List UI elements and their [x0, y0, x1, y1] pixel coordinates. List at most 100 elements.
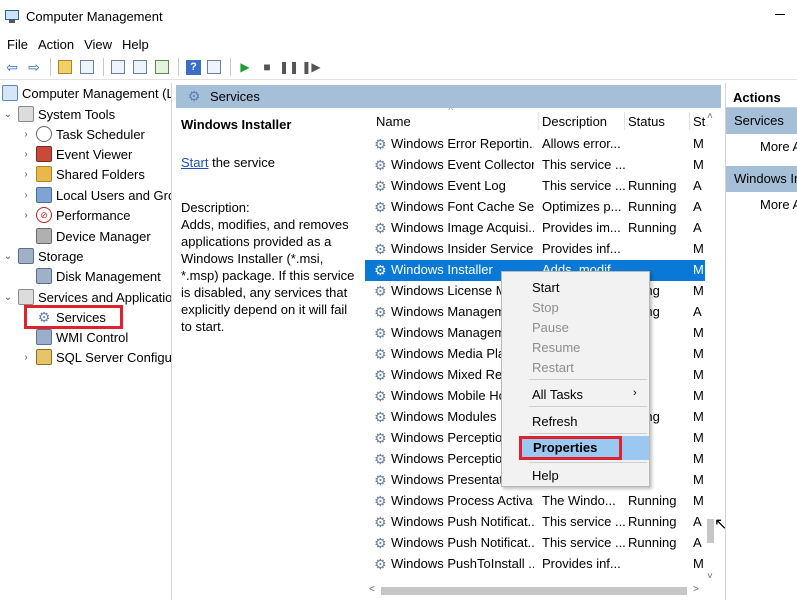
tree-item-shared-folders[interactable]: › Shared Folders — [20, 164, 145, 184]
tree-item-wmi-control[interactable]: WMI Control — [36, 327, 128, 347]
chevron-right-icon[interactable]: › — [20, 169, 32, 180]
scroll-left-icon[interactable]: < — [369, 584, 375, 595]
menu-help[interactable]: Help — [117, 37, 154, 52]
table-row[interactable]: ⚙ Windows PushToInstall ... Provides inf..… — [365, 554, 705, 575]
service-gear-icon: ⚙ — [374, 388, 387, 404]
chevron-right-icon[interactable]: › — [20, 129, 32, 140]
service-gear-icon: ⚙ — [374, 199, 387, 215]
actions-section-windows-installer[interactable]: Windows In — [726, 166, 797, 192]
table-row[interactable]: ⚙ Windows Event Log This service ... Runnin… — [365, 176, 705, 197]
chevron-right-icon[interactable]: › — [20, 190, 32, 201]
scroll-down-icon[interactable]: ˅ — [707, 571, 713, 582]
scroll-up-icon[interactable]: ˄ — [707, 111, 713, 122]
table-row[interactable]: ⚙ Windows Event Collector This service ...… — [365, 155, 705, 176]
pause-service-icon[interactable]: ❚❚ — [279, 57, 299, 77]
show-hide-tree-icon[interactable] — [77, 57, 97, 77]
services-header-label: Services — [210, 89, 260, 104]
chevron-right-icon[interactable]: › — [20, 352, 32, 363]
chevron-right-icon[interactable]: › — [20, 149, 32, 160]
chevron-down-icon[interactable]: ⌄ — [2, 251, 14, 262]
description-label: Description: — [181, 200, 250, 215]
horizontal-scroll-thumb[interactable] — [381, 587, 687, 595]
column-separator[interactable] — [689, 112, 690, 130]
service-gear-icon: ⚙ — [374, 409, 387, 425]
table-row[interactable]: ⚙ Windows Error Reportin... Allows error..… — [365, 134, 705, 155]
properties-toolbar-icon[interactable] — [108, 57, 128, 77]
more-actions-services[interactable]: More A — [760, 139, 797, 154]
vertical-scroll-thumb[interactable] — [707, 519, 714, 543]
menu-item-help[interactable]: Help — [532, 468, 559, 483]
horizontal-scrollbar[interactable]: < > — [365, 583, 705, 600]
minimize-button[interactable] — [775, 14, 785, 15]
service-gear-icon: ⚙ — [374, 262, 387, 278]
local-users-icon — [36, 187, 52, 203]
column-separator[interactable] — [538, 112, 539, 130]
service-gear-icon: ⚙ — [374, 304, 387, 320]
service-gear-icon: ⚙ — [374, 178, 387, 194]
shared-folders-icon — [36, 166, 52, 182]
export-list-icon[interactable] — [152, 57, 172, 77]
menu-separator — [529, 462, 647, 463]
table-row[interactable]: ⚙ Windows Process Activa... The Windo... Ru… — [365, 491, 705, 512]
tree-item-performance[interactable]: › ⊘ Performance — [20, 205, 130, 225]
menu-item-refresh[interactable]: Refresh — [532, 414, 578, 429]
list-header: ˄ Name Description Status St — [365, 108, 722, 134]
chevron-down-icon[interactable]: ⌄ — [2, 292, 14, 303]
menu-item-all-tasks[interactable]: All Tasks — [532, 387, 583, 402]
tree-item-task-scheduler[interactable]: › Task Scheduler — [20, 124, 145, 144]
tree-item-computer-management[interactable]: Computer Management (L — [2, 83, 171, 103]
back-arrow-icon[interactable]: ⇦ — [2, 57, 22, 77]
chevron-right-icon[interactable]: › — [20, 210, 32, 221]
more-actions-windows-installer[interactable]: More A — [760, 197, 797, 212]
column-separator[interactable] — [624, 112, 625, 130]
show-action-pane-icon[interactable] — [204, 57, 224, 77]
sort-ascending-icon: ˄ — [448, 108, 454, 113]
table-row[interactable]: ⚙ Windows Push Notificat... This service .… — [365, 512, 705, 533]
stop-service-icon[interactable]: ■ — [257, 57, 277, 77]
tree-item-system-tools[interactable]: ⌄ System Tools — [2, 104, 115, 124]
table-row[interactable]: ⚙ Windows Push Notificat... This service .… — [365, 533, 705, 554]
submenu-arrow-icon: › — [633, 387, 637, 399]
column-header-status[interactable]: Status — [628, 114, 665, 129]
scroll-right-icon[interactable]: > — [693, 584, 699, 595]
service-gear-icon: ⚙ — [374, 241, 387, 257]
services-highlight-box — [24, 305, 123, 329]
tree-item-local-users[interactable]: › Local Users and Gro — [20, 185, 171, 205]
service-gear-icon: ⚙ — [374, 157, 387, 173]
table-row[interactable]: ⚙ Windows Font Cache Se... Optimizes p... R… — [365, 197, 705, 218]
start-service-icon[interactable]: ▶ — [235, 57, 255, 77]
table-row[interactable]: ⚙ Windows Image Acquisi... Provides im... R… — [365, 218, 705, 239]
toolbar-separator — [178, 58, 179, 76]
context-menu: Start Stop Pause Resume Restart All Task… — [501, 271, 650, 487]
menu-file[interactable]: File — [2, 37, 33, 52]
menu-item-resume: Resume — [532, 340, 581, 355]
tree-item-device-manager[interactable]: Device Manager — [36, 226, 151, 246]
tree-item-storage[interactable]: ⌄ Storage — [2, 246, 84, 266]
actions-pane: Actions Services More A Windows In More … — [725, 83, 797, 600]
menu-item-restart: Restart — [532, 360, 574, 375]
tree-item-disk-management[interactable]: Disk Management — [36, 266, 161, 286]
menu-view[interactable]: View — [79, 37, 117, 52]
column-header-description[interactable]: Description — [542, 114, 607, 129]
disk-management-icon — [36, 268, 52, 284]
tree-item-sql-server[interactable]: › SQL Server Configur — [20, 347, 171, 367]
service-detail-panel: Windows Installer Start the service Desc… — [175, 108, 362, 600]
table-row[interactable]: ⚙ Windows Insider Service Provides inf... M — [365, 239, 705, 260]
help-icon[interactable]: ? — [186, 59, 201, 75]
storage-icon — [18, 248, 34, 264]
tree-item-event-viewer[interactable]: › Event Viewer — [20, 144, 132, 164]
tree-item-services-applications[interactable]: ⌄ Services and Applicatio — [2, 287, 171, 307]
menu-action[interactable]: Action — [33, 37, 79, 52]
restart-service-icon[interactable]: ❚▶ — [301, 57, 321, 77]
column-header-name[interactable]: Name — [376, 114, 411, 129]
toolbar-separator — [103, 58, 104, 76]
chevron-down-icon[interactable]: ⌄ — [2, 109, 14, 120]
refresh-toolbar-icon[interactable] — [130, 57, 150, 77]
menu-item-start[interactable]: Start — [532, 280, 559, 295]
actions-section-services[interactable]: Services — [726, 108, 797, 134]
forward-arrow-icon[interactable]: ⇨ — [24, 57, 44, 77]
start-service-link[interactable]: Start — [181, 155, 208, 170]
services-pane-header: ⚙ Services — [176, 85, 721, 108]
service-gear-icon: ⚙ — [374, 514, 387, 530]
up-folder-icon[interactable] — [55, 57, 75, 77]
